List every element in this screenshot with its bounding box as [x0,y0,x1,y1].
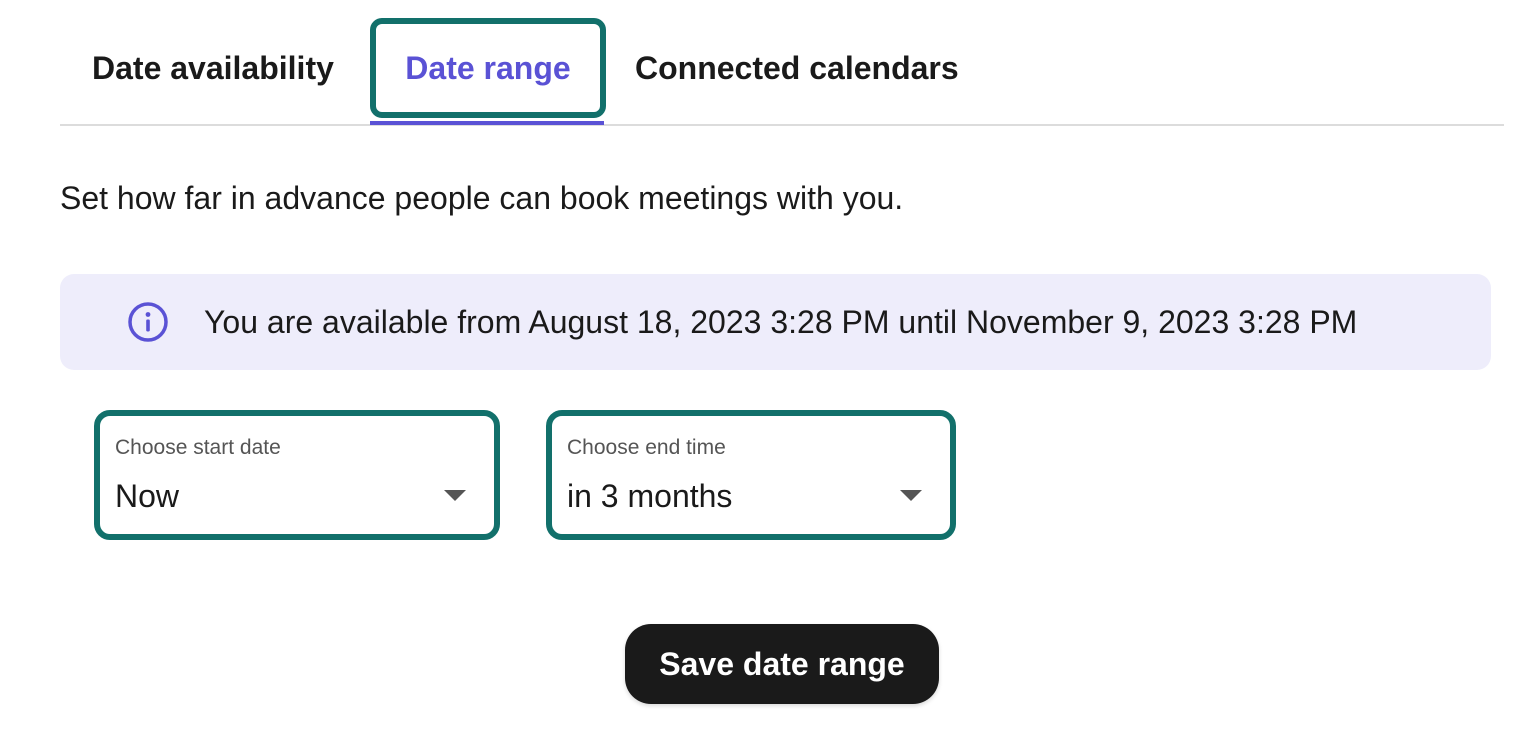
chevron-down-icon [900,490,922,501]
tab-date-range[interactable]: Date range [370,18,606,118]
section-description: Set how far in advance people can book m… [60,180,904,216]
availability-info-text: You are available from August 18, 2023 3… [204,303,1358,340]
tab-date-availability[interactable]: Date availability [92,12,334,124]
info-icon [128,302,168,342]
tab-connected-calendars[interactable]: Connected calendars [635,12,959,124]
chevron-down-icon [444,490,466,501]
active-tab-indicator [370,121,604,125]
start-date-value: Now [115,478,180,514]
tab-bar: Date availability Date range Connected c… [60,0,1504,126]
end-time-label: Choose end time [567,436,726,459]
end-time-value: in 3 months [567,478,733,514]
save-date-range-button[interactable]: Save date range [625,624,939,704]
availability-info-banner: You are available from August 18, 2023 3… [60,274,1491,370]
start-date-select[interactable]: Choose start date Now [94,410,500,540]
end-time-select[interactable]: Choose end time in 3 months [546,410,956,540]
start-date-label: Choose start date [115,436,281,459]
